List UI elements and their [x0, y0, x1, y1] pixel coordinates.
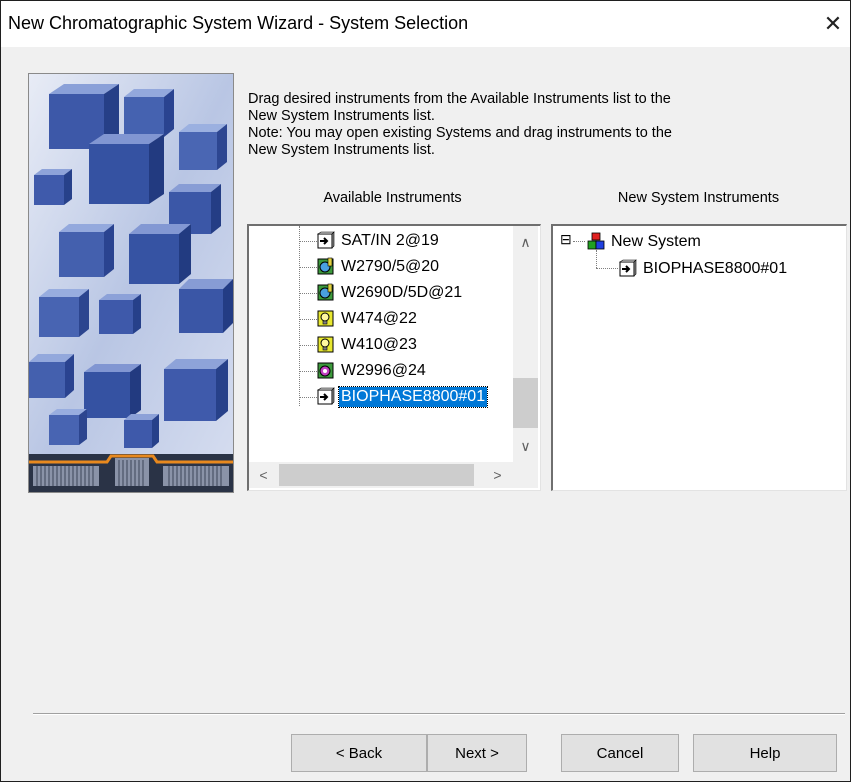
title-bar[interactable]: New Chromatographic System Wizard - Syst… — [1, 1, 850, 47]
scroll-down-icon[interactable]: ∨ — [513, 436, 538, 456]
new-system-instruments-label: New System Instruments — [617, 190, 780, 206]
lamp-detector-icon — [317, 310, 334, 327]
lamp-detector-icon — [317, 336, 334, 353]
tree-item-biophase8800[interactable]: BIOPHASE8800#01 — [553, 256, 843, 282]
scrollbar-corner — [513, 462, 538, 488]
tree-item-label: New System — [611, 233, 701, 250]
available-instruments-tree[interactable]: SAT/IN 2@19 W2790/5@20 W2690D/5D@21 W474… — [247, 224, 541, 491]
instructions-line: Note: You may open existing Systems and … — [248, 125, 672, 141]
detector-arrow-icon — [317, 387, 335, 405]
wizard-banner-image — [28, 73, 234, 493]
available-instruments-label: Available Instruments — [323, 190, 462, 206]
system-blocks-icon — [587, 232, 605, 250]
collapse-toggle-icon[interactable]: ⊟ — [560, 231, 572, 247]
wizard-window: New Chromatographic System Wizard - Syst… — [0, 0, 851, 782]
tree-item-w410[interactable]: W410@23 — [249, 332, 513, 358]
close-icon[interactable]: ✕ — [818, 7, 848, 41]
tree-item-w2690d[interactable]: W2690D/5D@21 — [249, 280, 513, 306]
cancel-button[interactable]: Cancel — [561, 734, 679, 772]
tree-item-label: W474@22 — [341, 310, 417, 327]
back-button[interactable]: < Back — [291, 734, 427, 772]
tree-item-label: W2996@24 — [341, 362, 426, 379]
instructions-line: New System Instruments list. — [248, 108, 435, 124]
tree-item-w2790[interactable]: W2790/5@20 — [249, 254, 513, 280]
instructions-text: Drag desired instruments from the Availa… — [248, 91, 808, 159]
scroll-up-icon[interactable]: ∧ — [513, 232, 538, 252]
help-button[interactable]: Help — [693, 734, 837, 772]
horizontal-scrollbar[interactable]: < > — [249, 462, 513, 488]
vertical-scrollbar[interactable]: ∧ ∨ — [513, 226, 538, 462]
tree-item-label: SAT/IN 2@19 — [341, 232, 439, 249]
new-system-instruments-tree[interactable]: ⊟ New System BIOPHASE8800#01 — [551, 224, 847, 491]
scroll-right-icon[interactable]: > — [485, 465, 510, 485]
button-separator — [33, 713, 845, 715]
vertical-scroll-thumb[interactable] — [513, 378, 538, 428]
tree-item-label: BIOPHASE8800#01 — [643, 260, 788, 277]
instructions-line: Drag desired instruments from the Availa… — [248, 91, 671, 107]
tree-item-sat-in[interactable]: SAT/IN 2@19 — [249, 228, 513, 254]
pda-detector-icon — [317, 362, 334, 379]
horizontal-scroll-thumb[interactable] — [279, 464, 474, 486]
separations-module-icon — [317, 283, 334, 301]
tree-item-label: W410@23 — [341, 336, 417, 353]
detector-arrow-icon — [619, 259, 637, 277]
tree-item-label: W2690D/5D@21 — [341, 284, 463, 301]
tree-item-biophase8800[interactable]: BIOPHASE8800#01 — [249, 384, 513, 410]
tree-item-w474[interactable]: W474@22 — [249, 306, 513, 332]
next-button[interactable]: Next > — [427, 734, 527, 772]
separations-module-icon — [317, 257, 334, 275]
tree-item-w2996[interactable]: W2996@24 — [249, 358, 513, 384]
detector-arrow-icon — [317, 231, 335, 249]
scroll-left-icon[interactable]: < — [251, 465, 276, 485]
window-title: New Chromatographic System Wizard - Syst… — [8, 13, 469, 33]
instructions-line: New System Instruments list. — [248, 142, 435, 158]
tree-item-label: W2790/5@20 — [341, 258, 440, 275]
tree-item-label: BIOPHASE8800#01 — [337, 386, 489, 408]
